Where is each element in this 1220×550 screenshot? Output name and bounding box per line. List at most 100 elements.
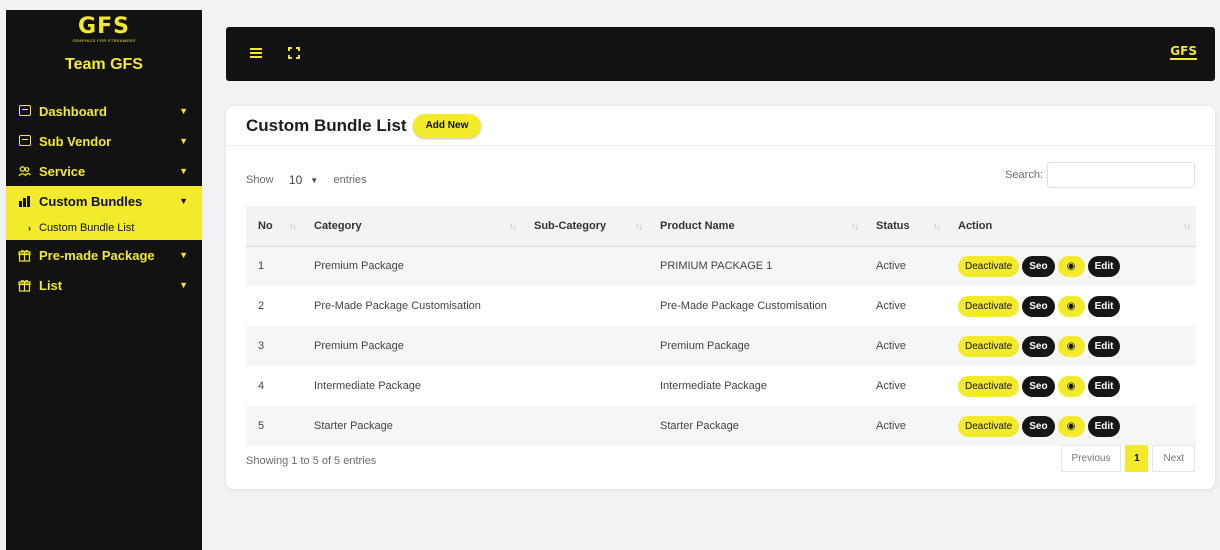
- topbar: GFS: [226, 27, 1215, 81]
- sidebar-item-label: List: [39, 277, 63, 293]
- search-control: Search:: [1005, 162, 1195, 188]
- brand-logo[interactable]: GFS: [6, 16, 202, 38]
- previous-page-button[interactable]: Previous: [1060, 445, 1122, 472]
- sidebar-subitem-custom-bundle-list[interactable]: › Custom Bundle List: [6, 216, 202, 240]
- search-label: Search:: [1005, 169, 1043, 181]
- team-name: Team GFS: [65, 56, 143, 73]
- cell-sub-category: [522, 366, 648, 406]
- sidebar-item-dashboard[interactable]: Dashboard ▼: [6, 96, 202, 126]
- chevron-right-icon: ›: [28, 223, 31, 233]
- sidebar-item-label: Sub Vendor: [39, 133, 112, 149]
- cell-product-name: Pre-Made Package Customisation: [660, 300, 827, 312]
- view-button[interactable]: ◉: [1057, 335, 1085, 357]
- page-title: Custom Bundle List: [246, 115, 407, 135]
- chevron-down-icon: ▼: [179, 106, 188, 116]
- view-button[interactable]: ◉: [1057, 375, 1085, 397]
- page-length-value: 10: [288, 173, 303, 187]
- column-header-action[interactable]: Action ↑↓: [946, 206, 1196, 247]
- chevron-down-icon: ▼: [179, 166, 188, 176]
- seo-button[interactable]: Seo: [1022, 335, 1055, 357]
- column-header-sub-category[interactable]: Sub-Category ↑↓: [522, 206, 648, 247]
- view-button[interactable]: ◉: [1057, 255, 1085, 277]
- cell-sub-category: [522, 326, 648, 366]
- column-header-no[interactable]: No ↑↓: [246, 206, 302, 247]
- chevron-down-icon: ▼: [179, 250, 188, 260]
- bundle-icon: [18, 195, 31, 208]
- brand-tagline: GRAPHICS FOR STREAMERS: [72, 38, 136, 43]
- table-row: 5 Starter Package Starter Package Active…: [246, 406, 1196, 446]
- topbar-logo[interactable]: GFS: [1170, 45, 1197, 60]
- cell-product-name: Premium Package: [648, 326, 864, 366]
- deactivate-button[interactable]: Deactivate: [958, 415, 1020, 437]
- page-length-select[interactable]: 10 ▼: [280, 170, 328, 190]
- column-header-product-name[interactable]: Product Name ↑↓: [648, 206, 864, 247]
- edit-button[interactable]: Edit: [1087, 295, 1121, 317]
- cell-actions: Deactivate Seo ◉ Edit: [946, 326, 1196, 366]
- deactivate-button[interactable]: Deactivate: [958, 335, 1020, 357]
- sidebar-item-sub-vendor[interactable]: Sub Vendor ▼: [6, 126, 202, 156]
- sidebar-item-list[interactable]: List ▼: [6, 270, 202, 300]
- sidebar-item-custom-bundles[interactable]: Custom Bundles ▼: [6, 186, 202, 216]
- pagination: Previous 1 Next: [1057, 445, 1195, 472]
- add-new-button[interactable]: Add New: [412, 113, 482, 138]
- seo-button[interactable]: Seo: [1022, 375, 1055, 397]
- next-page-button[interactable]: Next: [1152, 445, 1195, 472]
- table-row: 2 Pre-Made Package Customisation Pre-Mad…: [246, 286, 1196, 326]
- deactivate-button[interactable]: Deactivate: [958, 295, 1020, 317]
- chevron-down-icon: ▼: [179, 196, 188, 206]
- sort-icon: ↑↓: [1183, 221, 1191, 231]
- sidebar-item-pre-made-package[interactable]: Pre-made Package ▼: [6, 240, 202, 270]
- current-page-button[interactable]: 1: [1125, 445, 1149, 472]
- cell-sub-category: [522, 406, 648, 446]
- sidebar-item-label: Pre-made Package: [39, 247, 155, 263]
- edit-button[interactable]: Edit: [1087, 335, 1121, 357]
- window-icon: [18, 104, 31, 118]
- cell-actions: Deactivate Seo ◉ Edit: [946, 406, 1196, 446]
- table-row: 4 Intermediate Package Intermediate Pack…: [246, 366, 1196, 406]
- cell-no: 3: [246, 326, 302, 366]
- sidebar-item-service[interactable]: Service ▼: [6, 156, 202, 186]
- column-header-status[interactable]: Status ↑↓: [864, 206, 946, 247]
- table-row: 1 Premium Package PRIMIUM PACKAGE 1 Acti…: [246, 246, 1196, 286]
- sidebar-item-label: Dashboard: [39, 103, 107, 119]
- page-length-control: Show 10 ▼ entries: [246, 170, 367, 190]
- column-header-category[interactable]: Category ↑↓: [302, 206, 522, 247]
- cell-no: 1: [246, 246, 302, 286]
- sort-icon: ↑↓: [635, 221, 643, 231]
- chevron-down-icon: ▼: [310, 175, 319, 185]
- cell-product-name: PRIMIUM PACKAGE 1: [648, 246, 864, 286]
- gift-icon: [18, 279, 31, 292]
- deactivate-button[interactable]: Deactivate: [958, 375, 1020, 397]
- sidebar-item-label: Custom Bundles: [39, 193, 143, 209]
- fullscreen-icon[interactable]: [288, 47, 300, 59]
- seo-button[interactable]: Seo: [1022, 255, 1055, 277]
- cell-no: 2: [258, 300, 265, 312]
- sort-icon: ↑↓: [851, 221, 859, 231]
- eye-icon: ◉: [1066, 420, 1076, 432]
- view-button[interactable]: ◉: [1057, 415, 1085, 437]
- cell-category: Premium Package: [302, 326, 522, 366]
- users-icon: [18, 165, 31, 178]
- cell-status: Active: [864, 326, 946, 366]
- seo-button[interactable]: Seo: [1022, 415, 1055, 437]
- edit-button[interactable]: Edit: [1087, 415, 1121, 437]
- cell-status: Active: [864, 406, 946, 446]
- seo-button[interactable]: Seo: [1022, 295, 1055, 317]
- cell-sub-category: [522, 286, 648, 326]
- hamburger-menu-icon[interactable]: [250, 48, 262, 58]
- cell-category: Intermediate Package: [314, 380, 422, 392]
- show-label: Show: [246, 174, 274, 186]
- cell-product-name: Intermediate Package: [660, 380, 768, 392]
- view-button[interactable]: ◉: [1057, 295, 1085, 317]
- cell-actions: Deactivate Seo ◉ Edit: [946, 286, 1196, 326]
- cell-actions: Deactivate Seo ◉ Edit: [946, 246, 1196, 286]
- entries-label: entries: [333, 174, 367, 186]
- deactivate-button[interactable]: Deactivate: [958, 255, 1020, 277]
- cell-actions: Deactivate Seo ◉ Edit: [946, 366, 1196, 406]
- edit-button[interactable]: Edit: [1087, 375, 1121, 397]
- search-input[interactable]: [1047, 162, 1195, 188]
- cell-no: 4: [258, 380, 265, 392]
- brand: GFS GRAPHICS FOR STREAMERS Team GFS: [6, 10, 202, 96]
- edit-button[interactable]: Edit: [1087, 255, 1121, 277]
- cell-status: Active: [864, 246, 946, 286]
